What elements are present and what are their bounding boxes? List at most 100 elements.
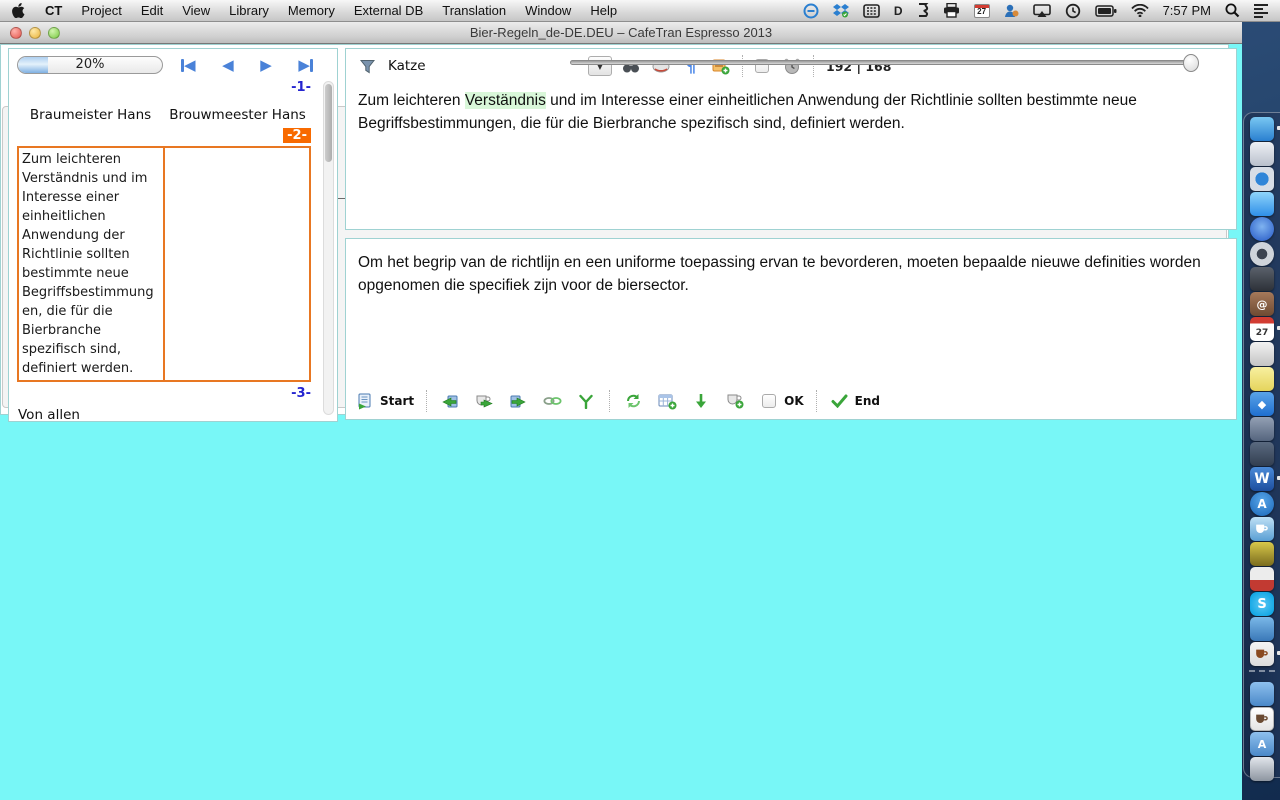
transfer-source-cup-icon[interactable] xyxy=(473,390,495,412)
filter-icon[interactable] xyxy=(356,55,378,77)
dropbox-icon[interactable]: ◆ xyxy=(1250,392,1274,416)
refresh-translation-icon[interactable] xyxy=(622,390,644,412)
segment-number-1[interactable]: -1- xyxy=(17,80,311,95)
source-segment-text[interactable]: Zum leichteren Verständnis und im Intere… xyxy=(346,83,1236,141)
messages-icon[interactable] xyxy=(1250,192,1274,216)
first-segment-button[interactable]: ◀ xyxy=(181,58,196,72)
split-segment-icon[interactable] xyxy=(575,390,597,412)
menu-memory[interactable]: Memory xyxy=(288,3,335,18)
translation-grid-panel: 20% ◀ ◀ ▶ ▶ -1- Braumeister Hans Brouwme… xyxy=(8,48,338,422)
calendar-menu-icon[interactable]: 27 xyxy=(974,4,990,18)
airplay-icon[interactable] xyxy=(1033,3,1051,19)
app-store-icon[interactable]: A xyxy=(1250,492,1274,516)
toolbar-separator xyxy=(609,390,610,412)
excavator-icon[interactable] xyxy=(1250,542,1274,566)
menu-library[interactable]: Library xyxy=(229,3,269,18)
dock-icons: @27◆WASA xyxy=(1249,117,1275,781)
previous-segment-transfer-icon[interactable] xyxy=(439,390,461,412)
window-titlebar[interactable]: Bier-Regeln_de-DE.DEU – CafeTran Espress… xyxy=(0,22,1242,44)
iphoto-icon[interactable] xyxy=(1250,442,1274,466)
menu-window[interactable]: Window xyxy=(525,3,571,18)
mission-control-icon[interactable] xyxy=(1250,267,1274,291)
eraser-icon[interactable] xyxy=(650,55,672,77)
grid-source-cell[interactable]: Zum leichteren Verständnis und im Intere… xyxy=(17,146,165,382)
apple-menu-icon[interactable] xyxy=(12,3,26,18)
calendar-icon[interactable]: 27 xyxy=(1250,317,1274,341)
zoom-slider-handle[interactable] xyxy=(1183,54,1199,72)
teamviewer-icon[interactable] xyxy=(803,3,819,19)
dock-separator xyxy=(1249,670,1275,678)
menu-edit[interactable]: Edit xyxy=(141,3,163,18)
menu-project[interactable]: Project xyxy=(81,3,121,18)
display-grid-icon[interactable] xyxy=(863,3,880,19)
duet-icon[interactable]: D xyxy=(894,3,903,19)
battery-icon[interactable] xyxy=(1095,3,1117,19)
launchpad-icon[interactable] xyxy=(1250,242,1274,266)
menu-help[interactable]: Help xyxy=(590,3,617,18)
zoom-window-button[interactable] xyxy=(48,27,60,39)
reminders-icon[interactable] xyxy=(1250,342,1274,366)
last-segment-button[interactable]: ▶ xyxy=(298,58,313,72)
trash-icon[interactable] xyxy=(1250,757,1274,781)
safari-icon[interactable] xyxy=(1250,167,1274,191)
word-icon[interactable]: W xyxy=(1250,467,1274,491)
pilcrow-formatting-icon[interactable]: ¶ xyxy=(680,55,702,77)
contacts-icon[interactable]: @ xyxy=(1250,292,1274,316)
menu-translation[interactable]: Translation xyxy=(442,3,506,18)
menu-external-db[interactable]: External DB xyxy=(354,3,423,18)
photo-booth-icon[interactable] xyxy=(1250,417,1274,441)
start-label[interactable]: Start xyxy=(380,394,414,408)
next-segment-preview[interactable]: Von allen xyxy=(17,407,311,422)
add-term-cup-icon[interactable] xyxy=(724,390,746,412)
alarm-clock-icon[interactable] xyxy=(781,55,803,77)
active-segment-number-badge[interactable]: -2- xyxy=(283,128,311,143)
segment-number-3[interactable]: -3- xyxy=(17,386,311,401)
printer-icon[interactable] xyxy=(943,3,960,19)
itunes-icon[interactable] xyxy=(1250,217,1274,241)
next-document-transfer-icon[interactable] xyxy=(507,390,529,412)
dropbox-menu-icon[interactable] xyxy=(833,3,849,19)
java-icon[interactable] xyxy=(1250,642,1274,666)
wifi-icon[interactable] xyxy=(1131,3,1149,19)
backblaze-icon[interactable] xyxy=(917,3,929,19)
stickies-icon[interactable] xyxy=(1250,367,1274,391)
add-note-icon[interactable] xyxy=(710,55,732,77)
insert-match-down-icon[interactable] xyxy=(690,390,712,412)
end-check-icon[interactable] xyxy=(829,390,851,412)
time-machine-icon[interactable] xyxy=(1065,3,1081,19)
notification-center-icon[interactable] xyxy=(1254,4,1268,18)
join-segments-icon[interactable] xyxy=(541,390,563,412)
zoom-slider[interactable] xyxy=(570,60,1198,65)
binoculars-search-icon[interactable] xyxy=(620,55,642,77)
parallels-icon[interactable] xyxy=(1250,567,1274,591)
grid-target-cell[interactable] xyxy=(163,146,311,382)
preview-icon[interactable] xyxy=(1250,142,1274,166)
minimize-window-button[interactable] xyxy=(29,27,41,39)
highlighted-term[interactable]: Verständnis xyxy=(465,92,546,109)
skype-icon[interactable]: S xyxy=(1250,592,1274,616)
menu-view[interactable]: View xyxy=(182,3,210,18)
grid-scrollbar[interactable] xyxy=(323,81,334,415)
next-segment-button[interactable]: ▶ xyxy=(260,58,272,72)
spotlight-icon[interactable] xyxy=(1225,3,1240,19)
menu-clock[interactable]: 7:57 PM xyxy=(1163,3,1211,18)
finder-icon[interactable] xyxy=(1250,117,1274,141)
add-to-memory-table-icon[interactable] xyxy=(656,390,678,412)
target-segment-text[interactable]: Om het begrip van de richtlijn en een un… xyxy=(346,239,1236,387)
previous-segment-button[interactable]: ◀ xyxy=(222,58,234,72)
downloads-folder-icon[interactable] xyxy=(1250,682,1274,706)
ok-checkbox[interactable] xyxy=(762,394,776,408)
filter-input[interactable]: Katze xyxy=(388,58,588,74)
gloves-icon[interactable] xyxy=(1250,617,1274,641)
menu-app-ct[interactable]: CT xyxy=(45,3,62,18)
close-window-button[interactable] xyxy=(10,27,22,39)
start-translation-icon[interactable] xyxy=(354,390,376,412)
toolbar-separator xyxy=(742,55,743,77)
cafetran-cup-icon[interactable] xyxy=(1250,517,1274,541)
end-label[interactable]: End xyxy=(855,394,880,408)
ok-label: OK xyxy=(784,394,804,408)
grid-scrollbar-thumb[interactable] xyxy=(325,84,332,162)
cafetran-file-icon[interactable] xyxy=(1250,707,1274,731)
skype-menu-icon[interactable] xyxy=(1004,3,1019,19)
applications-folder-icon[interactable]: A xyxy=(1250,732,1274,756)
